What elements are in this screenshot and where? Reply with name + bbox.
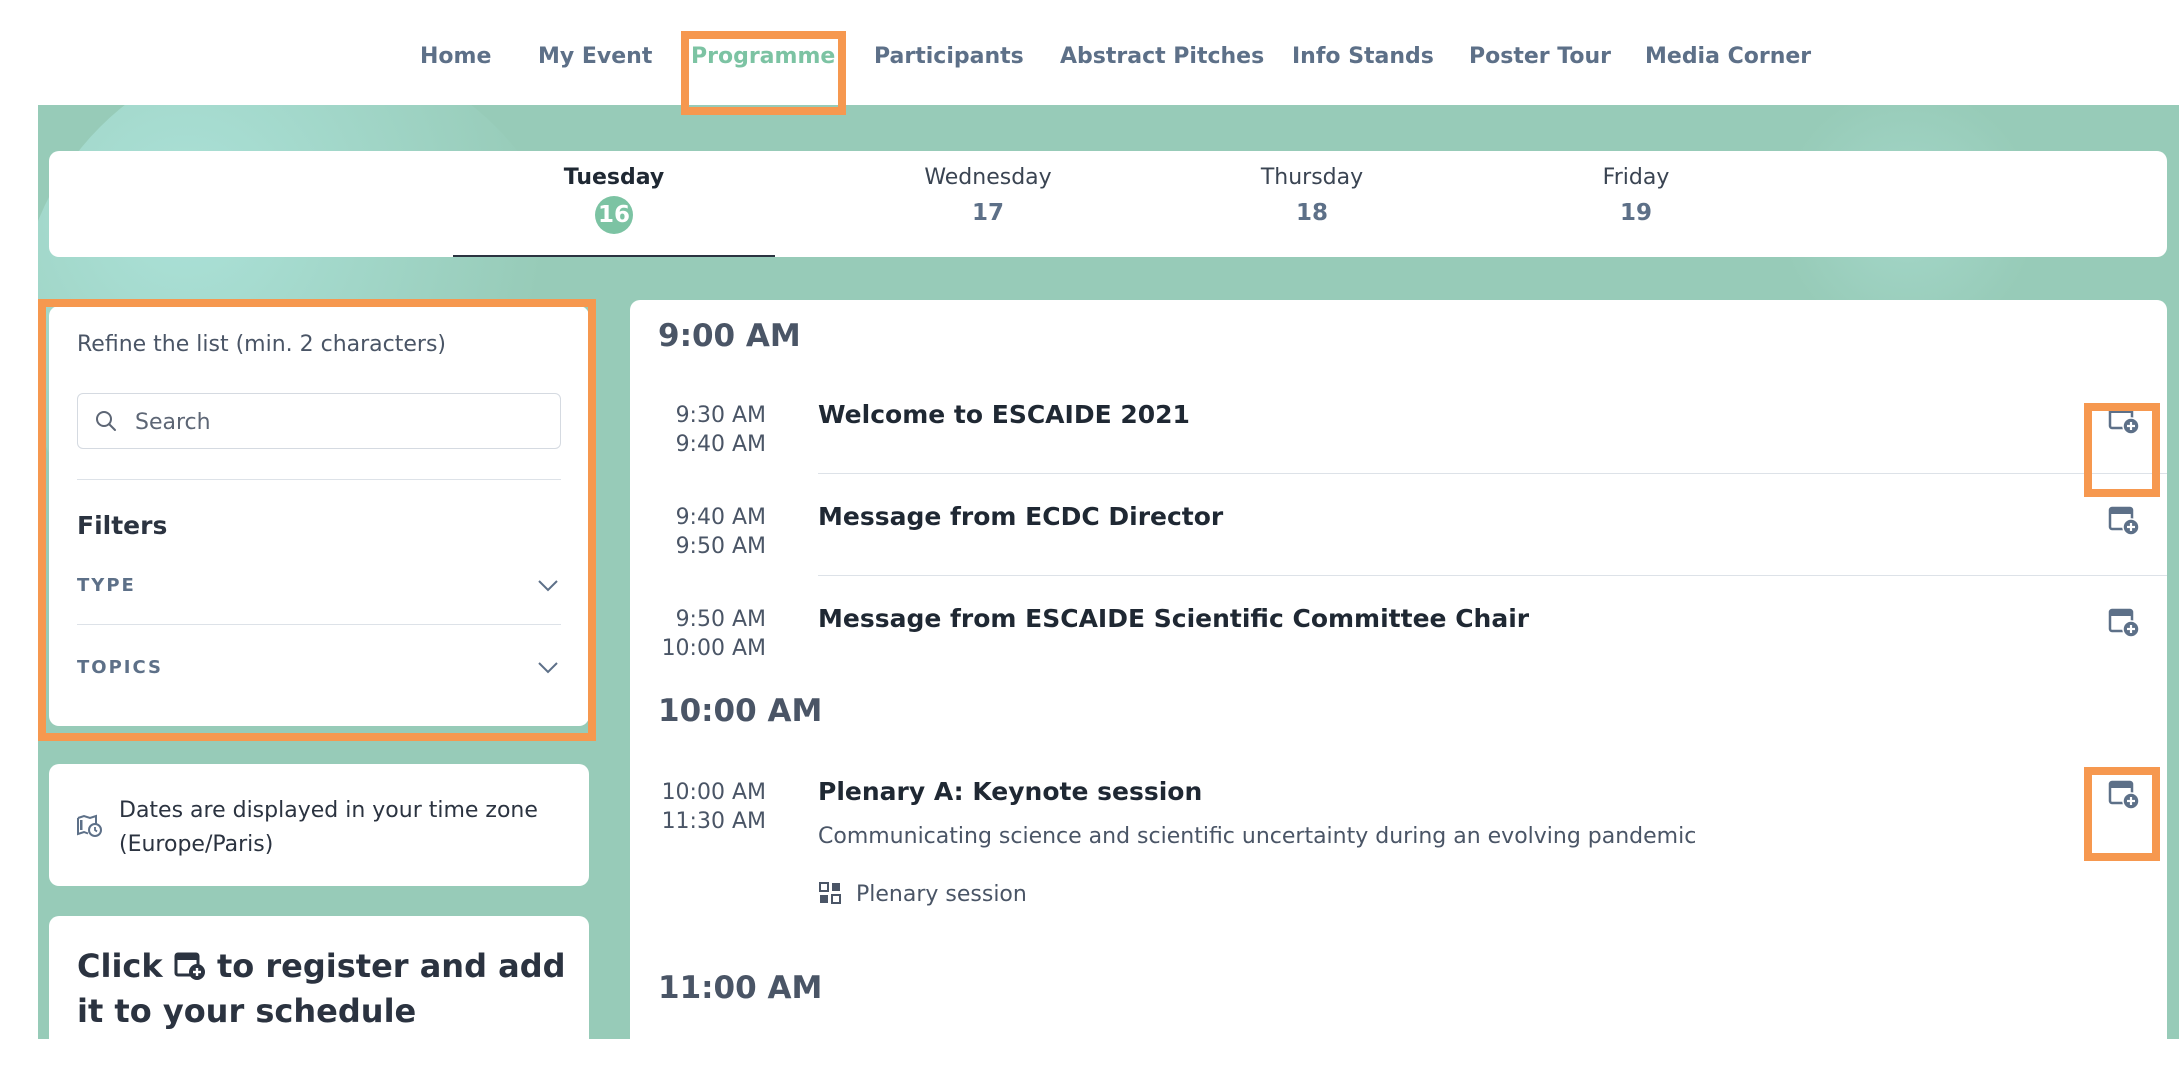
calendar-add-icon[interactable] [2108,607,2140,639]
filter-label: TOPICS [77,657,163,678]
hour-heading: 9:00 AM [658,318,801,354]
day-tab-friday[interactable]: Friday 19 [1468,151,1804,257]
session-time: 9:50 AM 10:00 AM [630,605,766,663]
divider [77,624,561,625]
day-name: Tuesday [563,165,665,190]
session-end: 11:30 AM [661,809,766,834]
session-title[interactable]: Plenary A: Keynote session [818,777,1202,806]
day-tab-tuesday[interactable]: Tuesday 16 [453,151,775,257]
refine-label: Refine the list (min. 2 characters) [77,332,447,357]
hour-heading: 10:00 AM [658,693,823,729]
search-field[interactable] [77,393,561,449]
session-start: 9:50 AM [675,607,766,632]
nav-my-event[interactable]: My Event [538,44,652,69]
nav-info-stands[interactable]: Info Stands [1292,44,1434,69]
day-name: Wednesday [924,165,1052,190]
day-tab-wednesday[interactable]: Wednesday 17 [820,151,1156,257]
filters-title: Filters [77,511,168,540]
day-number: 16 [595,196,633,234]
nav-poster-tour[interactable]: Poster Tour [1469,44,1611,69]
chevron-down-icon [538,662,558,674]
session-type-tag: Plenary session [818,881,1027,907]
nav-media-corner[interactable]: Media Corner [1645,44,1811,69]
day-name: Friday [1602,165,1670,190]
divider [77,479,561,480]
row-divider [818,473,2167,474]
session-start: 9:40 AM [675,505,766,530]
search-input[interactable] [133,402,547,442]
grid-icon [819,882,841,904]
session-title[interactable]: Welcome to ESCAIDE 2021 [818,400,1190,429]
day-number: 17 [971,200,1004,226]
map-clock-icon [77,814,102,837]
session-end: 9:50 AM [675,534,766,559]
day-number: 18 [1295,200,1328,226]
nav-abstract-pitches[interactable]: Abstract Pitches [1060,44,1264,69]
day-tab-thursday[interactable]: Thursday 18 [1144,151,1480,257]
nav-home[interactable]: Home [420,44,491,69]
session-end: 9:40 AM [675,432,766,457]
session-type-label: Plenary session [856,882,1027,907]
top-navigation: Home My Event Programme Participants Abs… [0,0,2179,105]
session-end: 10:00 AM [661,636,766,661]
day-tabs: Tuesday 16 Wednesday 17 Thursday 18 Frid… [49,151,2167,257]
filter-label: TYPE [77,575,136,596]
session-title[interactable]: Message from ECDC Director [818,502,1223,531]
nav-participants[interactable]: Participants [874,44,1024,69]
register-tip: Click to register and add it to your sch… [77,944,577,1034]
calendar-add-icon[interactable] [2108,404,2140,436]
timezone-panel: Dates are displayed in your time zone (E… [49,764,589,886]
schedule-list: 9:00 AM 9:30 AM 9:40 AM Welcome to ESCAI… [630,300,2167,1060]
day-name: Thursday [1260,165,1364,190]
refine-panel: Refine the list (min. 2 characters) Filt… [49,306,589,726]
session-subtitle: Communicating science and scientific unc… [818,824,1697,849]
row-divider [818,575,2167,576]
chevron-down-icon [538,580,558,592]
timezone-note: Dates are displayed in your time zone (E… [119,798,538,857]
calendar-add-icon[interactable] [2108,779,2140,811]
session-time: 9:40 AM 9:50 AM [630,503,766,561]
calendar-add-icon [174,952,205,980]
tip-text-before: Click [77,947,163,985]
filter-type-dropdown[interactable]: TYPE [77,567,561,607]
search-icon [96,411,116,431]
calendar-add-icon[interactable] [2108,505,2140,537]
register-tip-panel: Click to register and add it to your sch… [49,916,589,1076]
day-number: 19 [1619,200,1652,226]
session-time: 10:00 AM 11:30 AM [630,778,766,836]
session-start: 9:30 AM [675,403,766,428]
session-time: 9:30 AM 9:40 AM [630,401,766,459]
session-start: 10:00 AM [661,780,766,805]
nav-programme[interactable]: Programme [691,44,835,69]
hour-heading: 11:00 AM [658,970,823,1006]
filter-topics-dropdown[interactable]: TOPICS [77,649,561,689]
session-title[interactable]: Message from ESCAIDE Scientific Committe… [818,604,1529,633]
